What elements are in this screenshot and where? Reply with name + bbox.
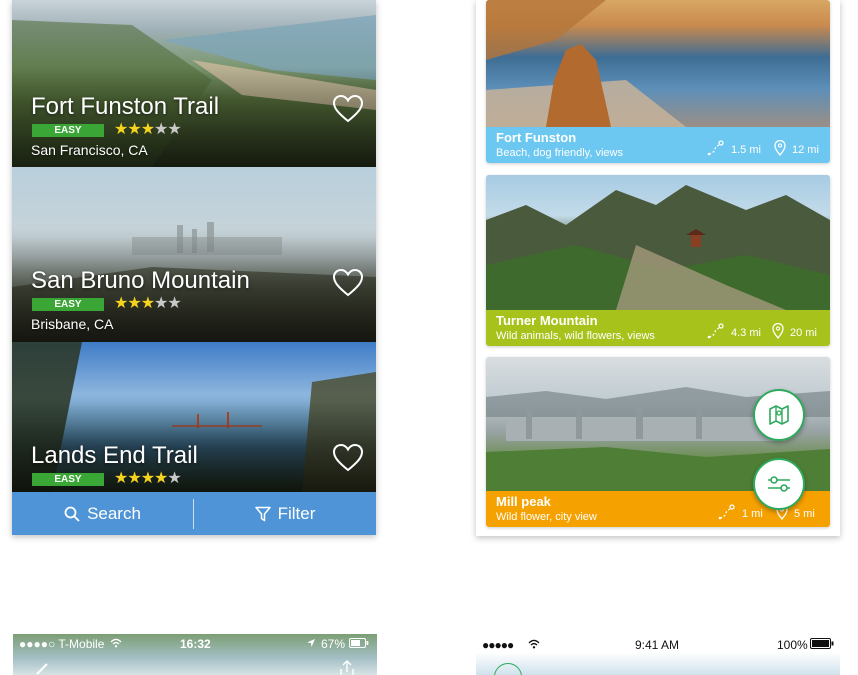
star-icon: ★ (127, 121, 141, 138)
star-icon: ★ (114, 470, 128, 487)
trail-length: 1.5 mi (707, 140, 761, 156)
trail-length: 4.3 mi (707, 323, 761, 339)
filter-settings-button[interactable] (753, 458, 805, 510)
battery-icon (349, 637, 369, 651)
rating-stars: ★★★★★ (114, 470, 182, 487)
hike-name: Fort Funston (496, 130, 577, 145)
search-label: Search (87, 503, 141, 523)
rock-illustration (486, 0, 686, 127)
difficulty-badge: EASY (32, 298, 104, 311)
battery-icon (810, 638, 834, 652)
trail-length: 1 mi (718, 504, 763, 520)
hike-cards-screen: Fort Funston Beach, dog friendly, views … (476, 0, 840, 536)
trail-distance: 20 mi (772, 323, 817, 339)
filter-label: Filter (277, 503, 316, 523)
location-arrow-icon (306, 637, 316, 651)
rating-stars: ★★★★★ (114, 295, 182, 312)
star-icon: ★ (140, 470, 155, 487)
rating-stars: ★★★★★ (114, 121, 182, 138)
star-icon: ★ (167, 295, 181, 312)
bottom-action-bar: Search Filter (12, 492, 376, 535)
heart-icon[interactable] (332, 443, 364, 473)
star-icon: ★ (127, 470, 141, 487)
battery-percent: 67% (321, 637, 346, 651)
status-bar: ●●●●● 9:41 AM 100% (476, 634, 840, 654)
hike-name: Turner Mountain (496, 313, 598, 328)
hike-tags: Wild flower, city view (496, 511, 597, 523)
star-icon: ★ (167, 470, 181, 487)
back-arrow-icon[interactable] (33, 662, 49, 675)
signal-dots: ●●●●● (482, 638, 514, 652)
mountain-illustration (486, 185, 830, 310)
status-bar: ●●●●○ T-Mobile 16:32 67% (13, 634, 377, 654)
hike-info-band: Turner Mountain Wild animals, wild flowe… (486, 310, 830, 346)
hike-card-turner-mountain[interactable]: Turner Mountain Wild animals, wild flowe… (486, 175, 830, 346)
filter-button[interactable]: Filter (194, 492, 376, 535)
route-icon (707, 140, 724, 156)
sliders-icon (768, 476, 790, 492)
search-icon (64, 506, 80, 522)
trail-card-fort-funston[interactable]: Fort Funston Trail EASY ★★★★★ San Franci… (12, 0, 376, 167)
hike-tags: Wild animals, wild flowers, views (496, 330, 655, 342)
star-icon: ★ (114, 121, 128, 138)
heart-icon[interactable] (332, 94, 364, 124)
clock: 16:32 (180, 637, 211, 651)
star-icon: ★ (154, 470, 168, 487)
back-button[interactable] (494, 663, 522, 675)
hike-tags: Beach, dog friendly, views (496, 147, 623, 159)
map-icon (769, 405, 789, 425)
filter-icon (254, 506, 271, 521)
trail-list-screen: Fort Funston Trail EASY ★★★★★ San Franci… (12, 0, 376, 535)
trail-location: Brisbane, CA (31, 316, 114, 332)
location-pin-icon (772, 323, 784, 339)
star-icon: ★ (140, 121, 155, 138)
route-icon (718, 504, 735, 520)
star-icon: ★ (140, 295, 155, 312)
difficulty-badge: EASY (32, 473, 104, 486)
star-icon: ★ (154, 121, 168, 138)
star-icon: ★ (127, 295, 141, 312)
trail-card-san-bruno[interactable]: San Bruno Mountain EASY ★★★★★ Brisbane, … (12, 167, 376, 342)
clock: 9:41 AM (635, 638, 680, 652)
hike-card-fort-funston[interactable]: Fort Funston Beach, dog friendly, views … (486, 0, 830, 163)
trail-title: Fort Funston Trail (31, 93, 220, 120)
trail-card-lands-end[interactable]: Lands End Trail EASY ★★★★★ (12, 342, 376, 492)
hike-info-band: Fort Funston Beach, dog friendly, views … (486, 127, 830, 163)
route-icon (707, 323, 724, 339)
battery-percent: 100% (777, 638, 808, 652)
carrier-label: ●●●●○ T-Mobile (19, 637, 105, 651)
star-icon: ★ (167, 121, 181, 138)
location-pin-icon (774, 140, 786, 156)
star-icon: ★ (114, 295, 128, 312)
map-screen-preview: ●●●●● 9:41 AM 100% (476, 634, 840, 675)
trail-title: San Bruno Mountain (31, 267, 250, 294)
hike-name: Mill peak (496, 494, 551, 509)
difficulty-badge: EASY (32, 124, 104, 137)
wifi-icon (110, 637, 122, 651)
share-icon[interactable] (338, 660, 356, 675)
search-button[interactable]: Search (12, 492, 193, 535)
heart-icon[interactable] (332, 268, 364, 298)
wifi-icon (528, 638, 540, 652)
map-view-button[interactable] (753, 389, 805, 441)
trail-location: San Francisco, CA (31, 142, 148, 158)
star-icon: ★ (154, 295, 168, 312)
trail-title: Lands End Trail (31, 442, 198, 469)
trail-distance: 12 mi (774, 140, 819, 156)
trail-detail-screen-preview: ●●●●○ T-Mobile 16:32 67% (13, 634, 377, 675)
